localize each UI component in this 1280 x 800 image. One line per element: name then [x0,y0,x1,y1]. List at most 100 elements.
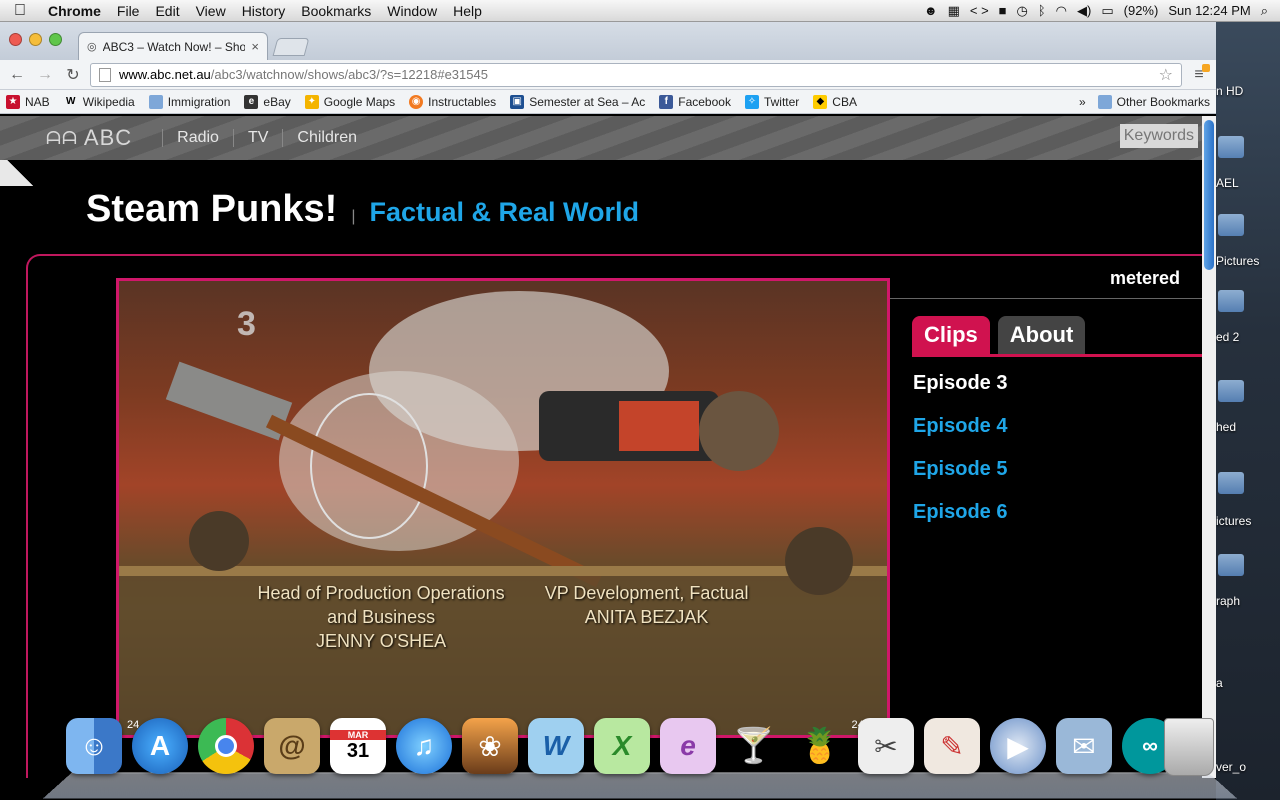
bookmark-semester[interactable]: ▣ Semester at Sea – Ac [510,94,645,109]
status-icon[interactable]: ☻ [924,3,938,18]
tab-about[interactable]: About [997,316,1086,354]
video-player[interactable]: 3 Head of Production Operations and Busi… [116,278,890,738]
desktop-item[interactable]: a [1216,676,1280,690]
page-scrollbar[interactable] [1202,116,1216,778]
close-window-button[interactable] [9,33,22,46]
zoom-window-button[interactable] [49,33,62,46]
bookmark-google-maps[interactable]: ✦ Google Maps [304,94,395,109]
bookmark-twitter[interactable]: ✧ Twitter [744,94,799,109]
bluetooth-icon[interactable]: ᛒ [1038,3,1046,18]
nav-children[interactable]: Children [282,129,371,147]
folder-icon[interactable] [1218,554,1244,576]
chrome-icon[interactable] [198,718,254,774]
folder-icon[interactable] [1218,380,1244,402]
mail-icon[interactable]: ✉ [1056,718,1112,774]
address-book-icon[interactable]: @ [264,718,320,774]
time-machine-icon[interactable]: ◷ [1017,3,1028,19]
trash-icon[interactable] [1164,718,1214,776]
nav-radio[interactable]: Radio [162,129,233,147]
clock[interactable]: Sun 12:24 PM [1168,3,1250,18]
address-bar[interactable]: www.abc.net.au/abc3/watchnow/shows/abc3/… [90,62,1182,87]
episode-item[interactable]: Episode 4 [913,415,1007,458]
nav-tv[interactable]: TV [232,129,282,147]
title-separator: | [351,208,356,225]
scrollbar-thumb[interactable] [1204,120,1214,270]
more-bookmarks-icon[interactable]: » [1079,95,1086,109]
entourage-icon[interactable]: e [660,718,716,774]
pineapple-icon[interactable]: 🍍 [792,718,848,774]
sidebar-tabs: Clips About [912,316,1086,354]
new-tab-button[interactable] [272,38,310,56]
episode-list: Episode 3 Episode 4 Episode 5 Episode 6 [913,372,1007,544]
menu-app[interactable]: Chrome [40,3,109,19]
desktop-item[interactable]: AEL [1216,176,1280,190]
desktop-item[interactable]: hed [1216,420,1280,434]
menu-history[interactable]: History [234,3,294,19]
status-icon[interactable]: ▦ [948,3,960,19]
tab-clips[interactable]: Clips [912,316,990,354]
folder-icon[interactable] [1218,472,1244,494]
folder-icon[interactable] [1218,136,1244,158]
folder-icon[interactable] [1218,290,1244,312]
apple-icon[interactable]:  [0,2,40,20]
cocktail-icon[interactable]: 🍸 [726,718,782,774]
episode-item[interactable]: Episode 6 [913,501,1007,544]
code-icon[interactable]: < > [970,3,989,18]
quicktime-icon[interactable]: ▶ [990,718,1046,774]
bookmark-cba[interactable]: ◆ CBA [813,94,857,109]
calendar-icon[interactable]: MAR 31 [330,718,386,774]
app-store-icon[interactable]: A [132,718,188,774]
semester-icon: ▣ [510,94,525,109]
finder-icon[interactable]: ☺ [66,718,122,774]
sketch-icon[interactable]: ✎ [924,718,980,774]
bookmark-immigration[interactable]: Immigration [148,94,230,109]
excel-icon[interactable]: X [594,718,650,774]
abc-logo[interactable]: ᗩᗩ ABC [46,125,132,151]
show-category-link[interactable]: Factual & Real World [369,197,639,228]
credit-line: Head of Production Operations [257,583,505,603]
battery-percent[interactable]: (92%) [1124,3,1159,18]
browser-tab[interactable]: ◎ ABC3 – Watch Now! – Show × [78,32,268,60]
reload-icon[interactable]: ↻ [62,65,84,85]
bookmark-facebook[interactable]: f Facebook [659,94,731,109]
forward-icon[interactable]: → [34,66,56,84]
volume-icon[interactable]: ◀) [1077,3,1091,19]
iphoto-icon[interactable]: ❀ [462,718,518,774]
minimize-window-button[interactable] [29,33,42,46]
menu-edit[interactable]: Edit [147,3,187,19]
desktop-item[interactable]: ed 2 [1216,330,1280,344]
credit-line: ANITA BEZJAK [584,607,709,627]
back-icon[interactable]: ← [6,66,28,84]
folder-icon[interactable] [1218,214,1244,236]
chrome-menu-icon[interactable]: ≡ [1188,63,1210,84]
bookmark-nab[interactable]: ★ NAB [6,94,50,109]
menu-help[interactable]: Help [445,3,490,19]
bookmark-ebay[interactable]: e eBay [244,94,291,109]
desktop-item[interactable]: raph [1216,594,1280,608]
desktop-item[interactable]: ver_o [1216,760,1280,774]
desktop-item[interactable]: Pictures [1216,254,1280,268]
maps-icon: ✦ [304,94,319,109]
close-tab-icon[interactable]: × [251,39,259,54]
bookmark-wikipedia[interactable]: W Wikipedia [64,95,135,109]
dock-icons: ☺ A @ MAR 31 ♫ ❀ W X e 🍸 🍍 ✂ ✎ ▶ ✉ ∞ [66,718,1178,774]
scissors-icon[interactable]: ✂ [858,718,914,774]
status-icon[interactable]: ■ [999,3,1007,18]
wifi-icon[interactable]: ◠ [1056,3,1067,19]
itunes-icon[interactable]: ♫ [396,718,452,774]
battery-icon[interactable]: ▭ [1101,3,1113,19]
episode-item[interactable]: Episode 3 [913,372,1007,415]
desktop-item[interactable]: n HD [1216,84,1280,98]
menu-file[interactable]: File [109,3,148,19]
bookmark-instructables[interactable]: ◉ Instructables [409,94,496,109]
bookmark-star-icon[interactable]: ☆ [1159,65,1173,85]
desktop-item[interactable]: ictures [1216,514,1280,528]
keywords-search[interactable]: Keywords [1119,124,1198,148]
menu-window[interactable]: Window [379,3,445,19]
episode-item[interactable]: Episode 5 [913,458,1007,501]
menu-view[interactable]: View [188,3,234,19]
bookmark-other[interactable]: Other Bookmarks [1097,94,1210,109]
word-icon[interactable]: W [528,718,584,774]
spotlight-icon[interactable]: ⌕ [1261,3,1268,19]
menu-bookmarks[interactable]: Bookmarks [293,3,379,19]
